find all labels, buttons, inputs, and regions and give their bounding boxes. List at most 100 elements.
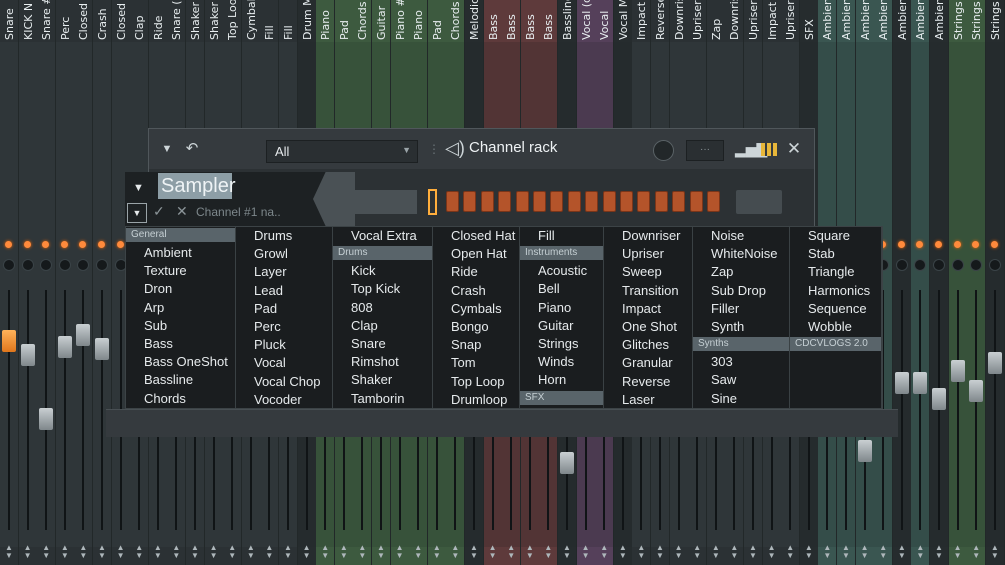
category-item[interactable]: Growl <box>236 245 332 263</box>
mixer-track-label[interactable]: Snare #2 <box>37 0 55 40</box>
routing-arrows-icon[interactable]: ▲ ▼ <box>971 544 981 562</box>
pan-knob[interactable] <box>988 259 1001 271</box>
routing-arrows-icon[interactable]: ▲ ▼ <box>636 544 646 562</box>
category-item[interactable]: Clap <box>333 317 432 335</box>
mixer-track[interactable]: Snare ▲ ▼ <box>0 0 18 565</box>
category-item[interactable]: Strings <box>520 335 603 353</box>
volume-fader[interactable] <box>2 330 16 352</box>
routing-arrows-icon[interactable]: ▲ ▼ <box>860 544 870 562</box>
category-item[interactable]: Glitches <box>604 336 692 354</box>
category-item[interactable]: Sequence <box>790 300 881 318</box>
routing-arrows-icon[interactable]: ▲ ▼ <box>134 544 144 562</box>
routing-arrows-icon[interactable]: ▲ ▼ <box>655 544 665 562</box>
mixer-track-label[interactable]: Closed Hat <box>112 0 130 40</box>
category-item[interactable]: Stab <box>790 245 881 263</box>
category-item[interactable]: Vocal <box>236 354 332 372</box>
mixer-track[interactable]: Strings ▲ ▼ <box>985 0 1004 565</box>
routing-arrows-icon[interactable]: ▲ ▼ <box>432 544 442 562</box>
routing-arrows-icon[interactable]: ▲ ▼ <box>748 544 758 562</box>
step-button[interactable] <box>463 191 477 212</box>
mixer-track-label[interactable]: Ambient <box>856 0 874 40</box>
mixer-track-label[interactable]: Reverse <box>651 0 669 40</box>
routing-arrows-icon[interactable]: ▲ ▼ <box>246 544 256 562</box>
routing-arrows-icon[interactable]: ▲ ▼ <box>320 544 330 562</box>
routing-arrows-icon[interactable]: ▲ ▼ <box>915 544 925 562</box>
mixer-track-label[interactable]: Ambient <box>818 0 836 40</box>
category-item[interactable]: Rimshot <box>333 353 432 371</box>
mixer-track-label[interactable]: Strings <box>949 1 967 40</box>
category-item[interactable]: Kick <box>333 262 432 280</box>
mixer-track-label[interactable]: Bass <box>502 2 520 40</box>
volume-fader[interactable] <box>857 440 872 462</box>
category-item[interactable]: Drums <box>236 227 332 245</box>
category-item[interactable]: Sub <box>126 317 235 335</box>
volume-fader[interactable] <box>95 338 109 360</box>
mixer-track-label[interactable]: Downriser <box>670 0 688 40</box>
category-item[interactable]: Wobble <box>790 318 881 336</box>
routing-arrows-icon[interactable]: ▲ ▼ <box>97 544 107 562</box>
mixer-track-label[interactable]: Fill <box>260 2 278 40</box>
pan-knob[interactable] <box>96 259 108 271</box>
routing-arrows-icon[interactable]: ▲ ▼ <box>4 544 14 562</box>
volume-fader[interactable] <box>987 352 1002 374</box>
category-item[interactable]: Ride <box>433 263 519 281</box>
category-item[interactable]: Bongo <box>433 318 519 336</box>
category-item[interactable]: Granular <box>604 354 692 372</box>
mixer-track-label[interactable]: Closed Hat <box>74 0 92 40</box>
mixer-track-label[interactable]: Vocal (chop) <box>577 0 595 40</box>
mixer-track-label[interactable]: Bass <box>484 2 502 40</box>
routing-arrows-icon[interactable]: ▲ ▼ <box>488 544 498 562</box>
routing-arrows-icon[interactable]: ▲ ▼ <box>599 544 609 562</box>
category-item[interactable]: Sub Drop <box>693 282 789 300</box>
routing-arrows-icon[interactable]: ▲ ▼ <box>506 544 516 562</box>
mute-led[interactable] <box>5 241 12 248</box>
category-item[interactable]: Fill <box>520 227 603 245</box>
routing-arrows-icon[interactable]: ▲ ▼ <box>357 544 367 562</box>
category-item[interactable]: Saw <box>693 371 789 389</box>
routing-arrows-icon[interactable]: ▲ ▼ <box>78 544 88 562</box>
volume-fader[interactable] <box>894 372 909 394</box>
routing-arrows-icon[interactable]: ▲ ▼ <box>395 544 405 562</box>
volume-fader[interactable] <box>969 380 984 402</box>
category-item[interactable]: Horn <box>520 371 603 389</box>
category-item[interactable]: Reverse <box>604 373 692 391</box>
mute-led[interactable] <box>935 241 942 248</box>
channel-filter-select[interactable]: All ▼ <box>266 140 418 163</box>
step-button[interactable] <box>585 191 599 212</box>
step-button[interactable] <box>602 191 616 212</box>
mixer-track-label[interactable]: Vocal Mix <box>614 0 632 40</box>
category-item[interactable]: Open Hat <box>433 245 519 263</box>
category-item[interactable]: Piano <box>520 299 603 317</box>
mixer-track-label[interactable]: Ambient <box>911 0 929 40</box>
collapse-arrow-icon[interactable]: ▼ <box>133 182 144 194</box>
mixer-track-label[interactable]: Bass <box>539 2 557 40</box>
pan-knob[interactable] <box>3 259 15 271</box>
category-item[interactable]: Vocoder <box>236 391 332 409</box>
volume-fader[interactable] <box>913 372 928 394</box>
mixer-track[interactable]: Ambient ▲ ▼ <box>911 0 930 565</box>
category-item[interactable]: Noise <box>693 227 789 245</box>
category-item[interactable]: Impact <box>604 300 692 318</box>
step-button[interactable] <box>515 191 529 212</box>
step-button[interactable] <box>446 191 459 212</box>
step-button[interactable] <box>567 191 581 212</box>
routing-arrows-icon[interactable]: ▲ ▼ <box>41 544 51 562</box>
mixer-track-label[interactable]: Drum Mix <box>298 0 316 40</box>
category-item[interactable]: Cymbals <box>433 300 519 318</box>
routing-arrows-icon[interactable]: ▲ ▼ <box>543 544 553 562</box>
mixer-track-label[interactable]: Guitar <box>372 2 390 40</box>
mixer-track-label[interactable]: Upriser <box>781 0 799 40</box>
category-item[interactable]: Texture <box>126 262 235 280</box>
category-item[interactable]: Ambient <box>126 244 235 262</box>
channel-rack-titlebar[interactable]: ▼ ↶ All ▼ ⋮ ◁) Channel rack ··· ▂▅▇ ✕ <box>149 129 814 169</box>
category-item[interactable]: Tamborin <box>333 390 432 408</box>
category-item[interactable]: Top Kick <box>333 280 432 298</box>
category-item[interactable]: Vocal Chop <box>236 373 332 391</box>
routing-arrows-icon[interactable]: ▲ ▼ <box>283 544 293 562</box>
volume-fader[interactable] <box>39 408 54 430</box>
category-item[interactable]: Winds <box>520 353 603 371</box>
category-item[interactable]: Sweep <box>604 263 692 281</box>
mixer-track-label[interactable]: Ambient <box>893 0 911 40</box>
mute-led[interactable] <box>60 241 68 248</box>
category-item[interactable]: Snap <box>433 336 519 354</box>
